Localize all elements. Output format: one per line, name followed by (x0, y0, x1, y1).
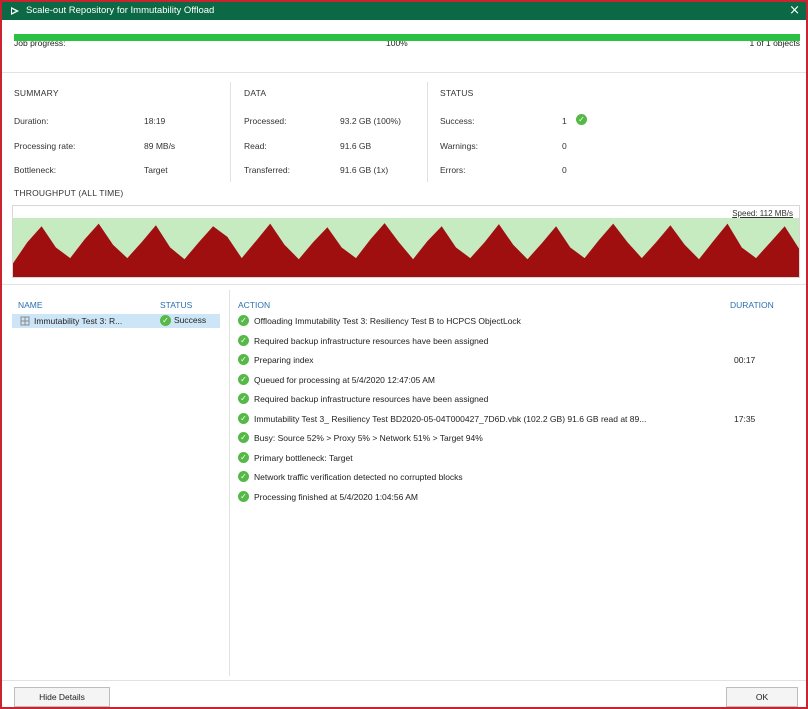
actions-log: ACTION DURATION ✓ Offloading Immutability… (234, 294, 800, 674)
vm-job-icon (20, 316, 30, 326)
check-circle-icon: ✓ (238, 373, 249, 385)
duration-value: 18:19 (144, 116, 166, 126)
action-text: Network traffic verification detected no… (254, 472, 463, 482)
job-status-text: Success (174, 315, 207, 325)
success-value: 1 (562, 116, 567, 126)
action-row[interactable]: ✓ Preparing index 00:17 (238, 353, 798, 367)
action-text: Required backup infrastructure resources… (254, 394, 489, 404)
transferred-value: 91.6 GB (1x) (340, 165, 389, 175)
action-row[interactable]: ✓ Required backup infrastructure resource… (238, 392, 798, 406)
status-title: STATUS (440, 88, 474, 98)
action-duration: 17:35 (734, 413, 756, 424)
divider (229, 290, 230, 676)
warnings-value: 0 (562, 141, 567, 151)
action-row[interactable]: ✓ Processing finished at 5/4/2020 1:04:56… (238, 490, 798, 504)
read-value: 91.6 GB (340, 141, 372, 151)
action-text: Queued for processing at 5/4/2020 12:47:… (254, 374, 435, 385)
job-progress-fill (14, 34, 800, 41)
name-column-header[interactable]: NAME (18, 300, 43, 310)
transferred-label: Transferred: (244, 165, 290, 175)
throughput-title: THROUGHPUT (ALL TIME) (14, 188, 124, 198)
action-row[interactable]: ✓ Required backup infrastructure resource… (238, 334, 798, 348)
job-progress-row: Job progress: 100% 1 of 1 objects (2, 20, 806, 60)
check-circle-icon: ✓ (238, 471, 249, 482)
action-text: Required backup infrastructure resources… (254, 335, 489, 346)
processing-rate-value: 89 MB/s (144, 141, 176, 151)
action-row[interactable]: ✓ Busy: Source 52% > Proxy 5% > Network 5… (238, 431, 798, 445)
hide-details-button[interactable]: Hide Details (14, 687, 110, 707)
divider (427, 82, 428, 182)
data-title: DATA (244, 88, 267, 98)
action-column-header[interactable]: ACTION (238, 300, 270, 310)
duration-label: Duration: (14, 116, 49, 126)
title-bar[interactable]: Scale-out Repository for Immutability Of… (2, 2, 806, 20)
check-circle-icon: ✓ (576, 114, 587, 125)
processed-label: Processed: (244, 116, 287, 126)
action-row[interactable]: ✓ Queued for processing at 5/4/2020 12:47… (238, 373, 798, 387)
duration-column-header[interactable]: DURATION (730, 300, 774, 310)
check-circle-icon: ✓ (238, 412, 249, 424)
action-row[interactable]: ✓ Immutability Test 3_ Resiliency Test BD… (238, 412, 798, 426)
action-duration: 00:17 (734, 355, 756, 365)
ok-button[interactable]: OK (726, 687, 798, 707)
veeam-app-icon (11, 7, 19, 15)
action-text: Immutability Test 3_ Resiliency Test BD2… (254, 413, 647, 424)
processing-rate-label: Processing rate: (14, 141, 76, 151)
job-details-window: Scale-out Repository for Immutability Of… (0, 0, 808, 709)
throughput-area-chart (13, 218, 799, 277)
speed-label: Speed: 112 MB/s (732, 209, 793, 218)
throughput-chart: Speed: 112 MB/s (12, 205, 800, 278)
action-text: Busy: Source 52% > Proxy 5% > Network 51… (254, 433, 483, 443)
errors-label: Errors: (440, 165, 466, 175)
warnings-label: Warnings: (440, 141, 478, 151)
job-progress-bar (14, 34, 800, 41)
errors-value: 0 (562, 165, 567, 175)
check-circle-icon: ✓ (238, 490, 249, 502)
check-circle-icon: ✓ (238, 432, 249, 443)
divider (2, 72, 806, 73)
check-circle-icon: ✓ (238, 354, 249, 365)
success-label: Success: (440, 116, 475, 126)
check-circle-icon: ✓ (238, 393, 249, 404)
action-row[interactable]: ✓ Offloading Immutability Test 3: Resilie… (238, 314, 798, 328)
check-circle-icon: ✓ (238, 334, 249, 346)
job-name: Immutability Test 3: R... (34, 316, 123, 326)
action-row[interactable]: ✓ Primary bottleneck: Target (238, 451, 798, 465)
window-title: Scale-out Repository for Immutability Of… (26, 5, 215, 16)
action-text: Offloading Immutability Test 3: Resilien… (254, 316, 521, 326)
check-circle-icon: ✓ (238, 315, 249, 326)
divider (2, 284, 806, 285)
bottleneck-value: Target (144, 165, 168, 175)
action-row[interactable]: ✓ Network traffic verification detected n… (238, 470, 798, 484)
divider (230, 82, 231, 182)
bottleneck-label: Bottleneck: (14, 165, 57, 175)
status-column-header[interactable]: STATUS (160, 300, 192, 310)
action-text: Preparing index (254, 355, 314, 365)
summary-title: SUMMARY (14, 88, 59, 98)
check-circle-icon: ✓ (160, 315, 171, 327)
objects-list: NAME STATUS Immutability Test 3: R... ✓ S… (12, 294, 222, 674)
action-text: Processing finished at 5/4/2020 1:04:56 … (254, 491, 418, 502)
processed-value: 93.2 GB (100%) (340, 116, 401, 126)
close-button[interactable]: × (789, 3, 800, 18)
job-status: ✓ Success (160, 315, 207, 327)
divider (2, 680, 806, 681)
action-text: Primary bottleneck: Target (254, 452, 353, 463)
list-item[interactable]: Immutability Test 3: R... ✓ Success (12, 314, 220, 328)
read-label: Read: (244, 141, 267, 151)
check-circle-icon: ✓ (238, 451, 249, 463)
